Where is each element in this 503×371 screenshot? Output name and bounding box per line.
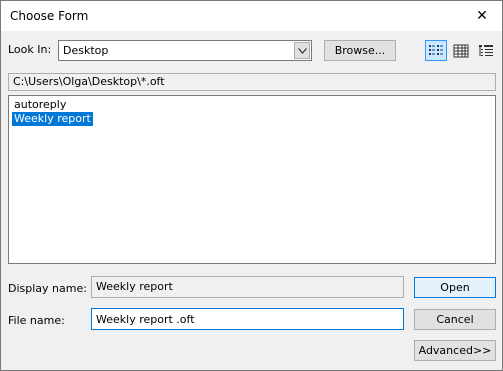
dialog-title: Choose Form <box>10 9 89 23</box>
display-name-label: Display name: <box>8 282 87 295</box>
path-display: C:\Users\Olga\Desktop\*.oft <box>8 73 496 91</box>
chevron-down-icon[interactable] <box>294 42 310 59</box>
choose-form-dialog: Choose Form ✕ Look In: Desktop Browse... <box>0 0 503 371</box>
advanced-button[interactable]: Advanced>> <box>414 340 496 361</box>
look-in-label: Look In: <box>8 43 52 56</box>
close-icon[interactable]: ✕ <box>462 1 502 31</box>
look-in-dropdown[interactable]: Desktop <box>58 40 312 61</box>
display-name-field: Weekly report <box>91 276 404 298</box>
cancel-button[interactable]: Cancel <box>414 309 496 330</box>
list-item[interactable]: autoreply <box>12 98 68 112</box>
properties-view-icon[interactable] <box>475 40 497 61</box>
file-name-input[interactable] <box>91 308 404 330</box>
form-list[interactable]: autoreply Weekly report <box>8 95 496 264</box>
open-button[interactable]: Open <box>414 277 496 298</box>
list-item[interactable]: Weekly report <box>12 112 93 126</box>
list-view-icon[interactable] <box>425 40 447 61</box>
look-in-value: Desktop <box>63 44 109 57</box>
file-name-label: File name: <box>8 314 65 327</box>
title-bar: Choose Form ✕ <box>1 1 502 31</box>
browse-button[interactable]: Browse... <box>324 40 396 61</box>
details-view-icon[interactable] <box>450 40 472 61</box>
